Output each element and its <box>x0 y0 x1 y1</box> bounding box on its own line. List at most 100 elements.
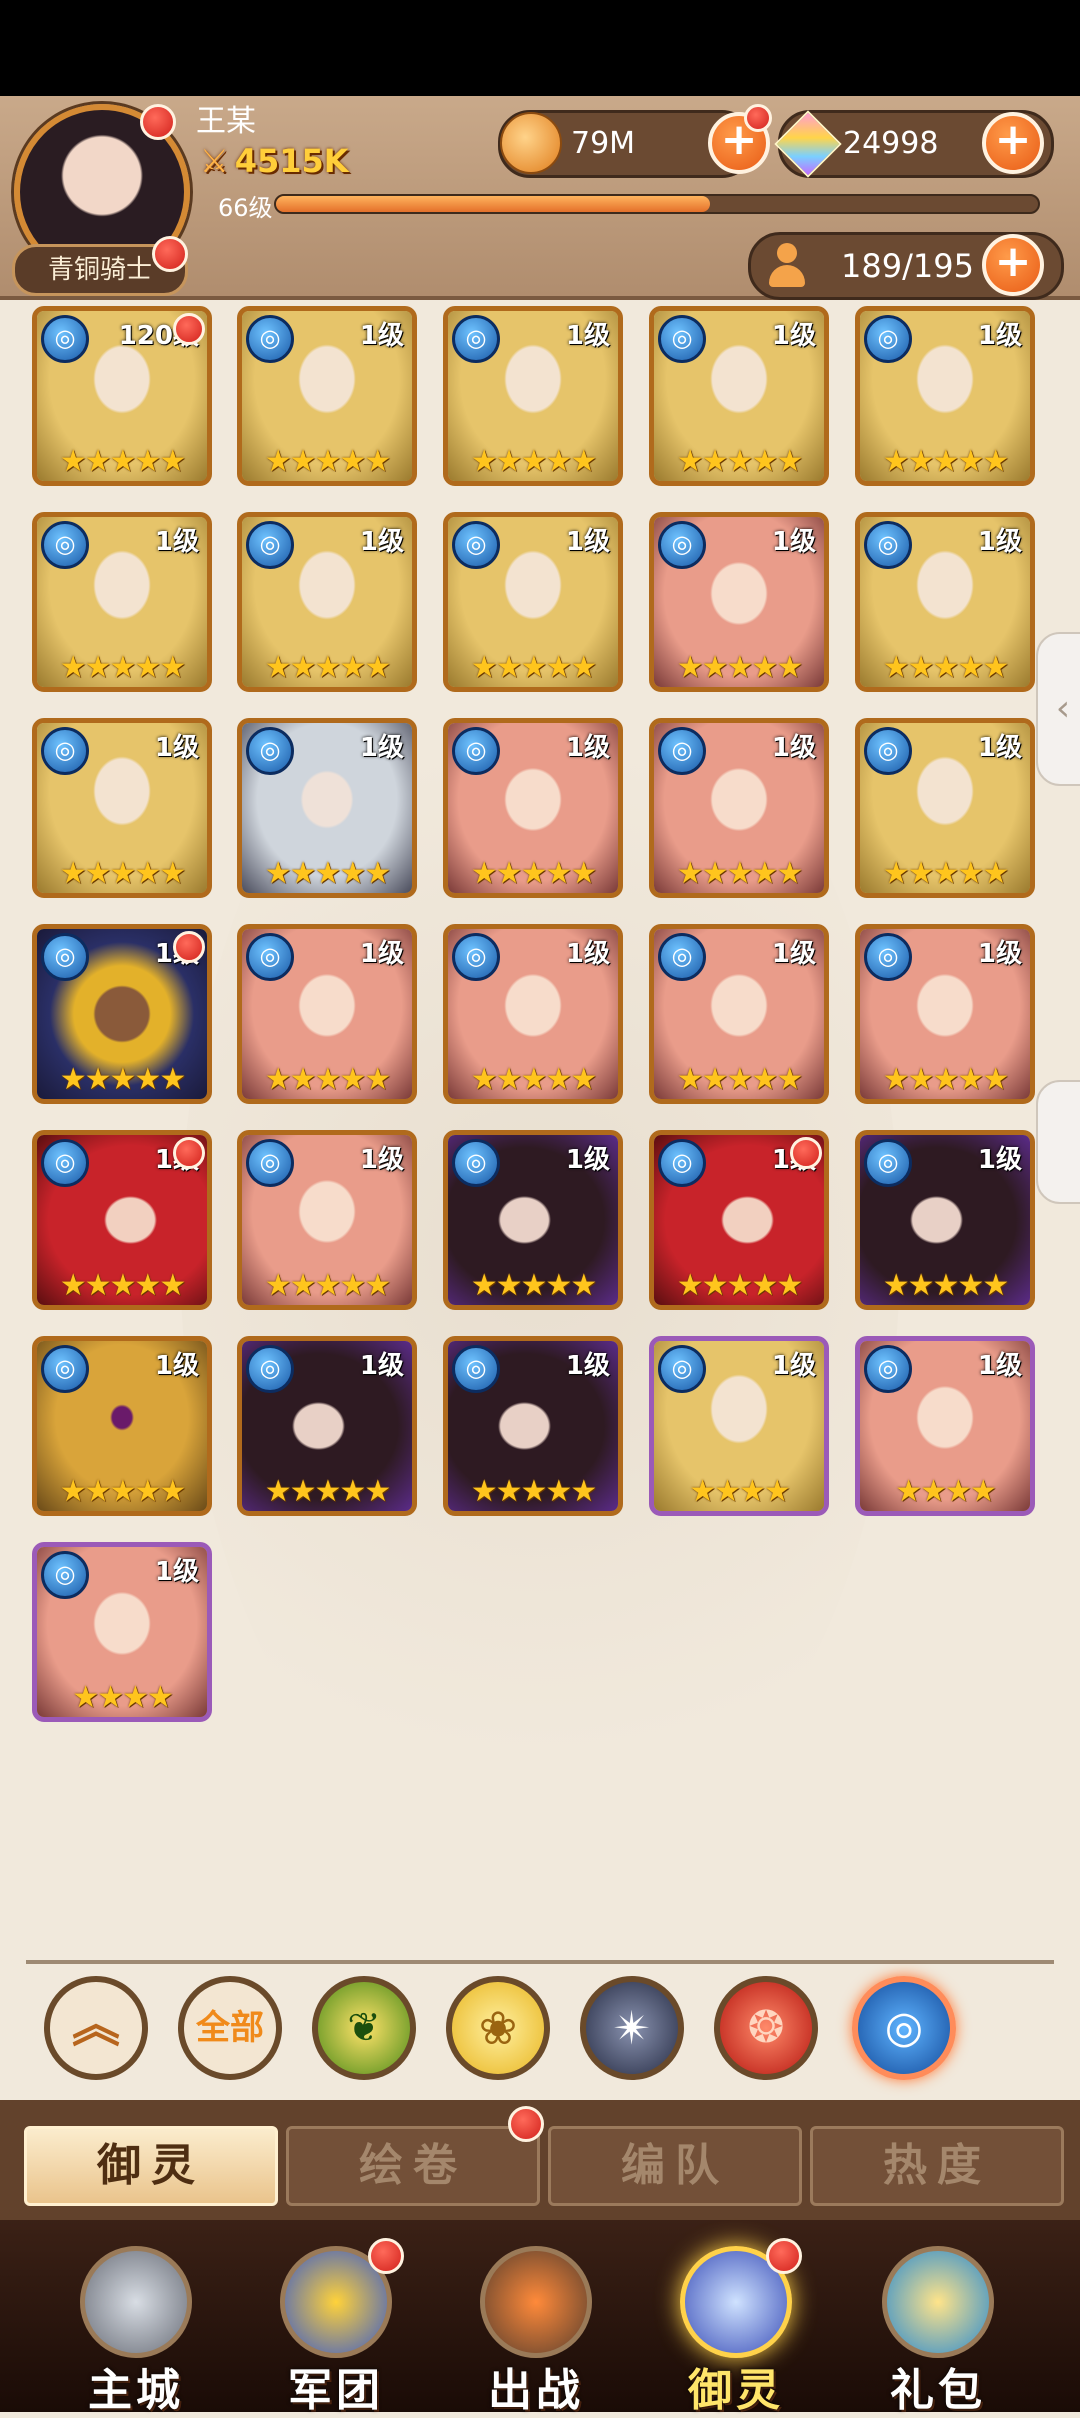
hero-stars: ★★★★★ <box>882 1268 1009 1303</box>
water-element-icon: ◎ <box>41 521 89 569</box>
hero-stars: ★★★★★ <box>470 444 597 479</box>
hero-stars: ★★★★★ <box>264 1268 391 1303</box>
nav-gift-pack[interactable]: 礼包 <box>838 2228 1038 2416</box>
filter-divider <box>26 1960 1054 1964</box>
water-element-icon: ◎ <box>41 727 89 775</box>
hero-level: 1级 <box>154 1557 199 1587</box>
nav-battle[interactable]: 出战 <box>436 2228 636 2416</box>
hero-card[interactable]: ◎1级★★★★★ <box>855 1130 1035 1310</box>
hero-card[interactable]: ◎1级★★★★★ <box>649 1130 829 1310</box>
add-gems-button[interactable]: + <box>982 112 1044 174</box>
hero-card[interactable]: ◎1级★★★★★ <box>443 306 623 486</box>
side-panel-tab[interactable] <box>1036 1080 1080 1204</box>
hero-card[interactable]: ◎1级★★★★★ <box>237 718 417 898</box>
hero-card[interactable]: ◎1级★★★★★ <box>32 1336 212 1516</box>
water-element-icon: ◎ <box>864 727 912 775</box>
filter-all-button[interactable]: 全部 <box>178 1976 282 2080</box>
filter-fire-button[interactable]: ❂ <box>714 1976 818 2080</box>
water-element-icon: ◎ <box>41 1139 89 1187</box>
filter-nature-button[interactable]: ❦ <box>312 1976 416 2080</box>
nav-main-city[interactable]: 主城 <box>36 2228 236 2416</box>
hero-stars: ★★★★★ <box>882 444 1009 479</box>
nav-legion-label: 军团 <box>288 2365 384 2416</box>
hero-card[interactable]: ◎1级★★★★★ <box>32 924 212 1104</box>
hero-card[interactable]: ◎1级★★★★★ <box>443 512 623 692</box>
nav-spirits-label: 御灵 <box>688 2365 784 2416</box>
hero-stars: ★★★★★ <box>59 1062 186 1097</box>
water-element-icon: ◎ <box>452 933 500 981</box>
hero-stars: ★★★★★ <box>676 1268 803 1303</box>
hero-notification-dot <box>173 1137 205 1169</box>
hero-card[interactable]: ◎1级★★★★★ <box>443 1130 623 1310</box>
combat-power: ⚔ 4515K <box>200 142 349 180</box>
hero-stars: ★★★★★ <box>882 856 1009 891</box>
hero-card[interactable]: ◎1级★★★★★ <box>855 512 1035 692</box>
hero-level: 1级 <box>565 527 610 557</box>
rank-notification-dot <box>152 236 188 272</box>
tab-formation[interactable]: 编队 <box>548 2126 802 2206</box>
hero-stars: ★★★★★ <box>470 856 597 891</box>
hero-level: 1级 <box>977 321 1022 351</box>
castle-icon <box>80 2246 192 2358</box>
expand-capacity-button[interactable]: + <box>982 234 1044 296</box>
hero-level: 1级 <box>977 1351 1022 1381</box>
hero-card[interactable]: ◎1级★★★★★ <box>32 718 212 898</box>
hero-card[interactable]: ◎1级★★★★★ <box>237 512 417 692</box>
hero-level: 1级 <box>359 733 404 763</box>
tab-scrolls[interactable]: 绘卷 <box>286 2126 540 2206</box>
water-element-icon: ◎ <box>452 1139 500 1187</box>
hero-card[interactable]: ◎1级★★★★★ <box>649 306 829 486</box>
hero-card[interactable]: ◎ 1级 ★★★★ <box>855 1336 1035 1516</box>
spirits-notification-dot <box>766 2238 802 2274</box>
tab-spirits[interactable]: 御灵 <box>24 2126 278 2206</box>
hero-level: 1级 <box>359 321 404 351</box>
side-drawer-tab[interactable]: ‹ <box>1036 632 1080 786</box>
hero-stars: ★★★★★ <box>59 650 186 685</box>
hero-stars: ★★★★ <box>895 1474 997 1509</box>
filter-water-button[interactable]: ◎ <box>852 1976 956 2080</box>
combat-power-value: 4515K <box>234 142 349 180</box>
hero-level: 1级 <box>565 939 610 969</box>
hero-card[interactable]: ◎ 1级 ★★★★ <box>32 1542 212 1722</box>
hero-level: 1级 <box>977 527 1022 557</box>
water-element-icon: ◎ <box>246 727 294 775</box>
hero-card[interactable]: ◎1级★★★★★ <box>649 718 829 898</box>
hero-level: 1级 <box>771 321 816 351</box>
water-element-icon: ◎ <box>452 521 500 569</box>
water-element-icon: ◎ <box>658 521 706 569</box>
water-element-icon: ◎ <box>246 1345 294 1393</box>
hero-card[interactable]: ◎1级★★★★★ <box>855 924 1035 1104</box>
hero-card[interactable]: ◎ 120级 ★★★★★ <box>32 306 212 486</box>
water-element-icon: ◎ <box>864 1345 912 1393</box>
filter-light-button[interactable]: ❀ <box>446 1976 550 2080</box>
hero-card[interactable]: ◎1级★★★★★ <box>237 924 417 1104</box>
hero-stars: ★★★★★ <box>470 1062 597 1097</box>
hero-stars: ★★★★★ <box>264 650 391 685</box>
hero-card[interactable]: ◎1级★★★★★ <box>855 718 1035 898</box>
hero-card[interactable]: ◎1级★★★★★ <box>855 306 1035 486</box>
hero-card[interactable]: ◎1级★★★★★ <box>32 1130 212 1310</box>
hero-card[interactable]: ◎ 1级 ★★★★ <box>649 1336 829 1516</box>
hero-stars: ★★★★ <box>689 1474 791 1509</box>
hero-card[interactable]: ◎1级★★★★★ <box>237 1336 417 1516</box>
legion-notification-dot <box>368 2238 404 2274</box>
water-element-icon: ◎ <box>658 1345 706 1393</box>
water-element-icon: ◎ <box>452 727 500 775</box>
hero-card[interactable]: ◎1级★★★★★ <box>237 1130 417 1310</box>
hero-card[interactable]: ◎ 1级 ★★★★★ <box>443 924 623 1104</box>
hero-card[interactable]: ◎1级★★★★★ <box>443 718 623 898</box>
filter-dark-button[interactable]: ✴ <box>580 1976 684 2080</box>
hero-notification-dot <box>173 313 205 345</box>
hero-card[interactable]: ◎1级★★★★★ <box>237 306 417 486</box>
nav-legion[interactable]: 军团 <box>236 2228 436 2416</box>
hero-card[interactable]: ◎1级★★★★★ <box>649 924 829 1104</box>
hero-card[interactable]: ◎1级★★★★★ <box>649 512 829 692</box>
hero-level: 1级 <box>565 1351 610 1381</box>
hero-card[interactable]: ◎1级★★★★★ <box>32 512 212 692</box>
avatar-notification-dot <box>140 104 176 140</box>
hero-card[interactable]: ◎1级★★★★★ <box>443 1336 623 1516</box>
nav-spirits[interactable]: 御灵 <box>636 2228 836 2416</box>
collapse-filter-button[interactable]: ︽ <box>44 1976 148 2080</box>
tab-popularity[interactable]: 热度 <box>810 2126 1064 2206</box>
swords-icon: ⚔ <box>200 142 229 180</box>
